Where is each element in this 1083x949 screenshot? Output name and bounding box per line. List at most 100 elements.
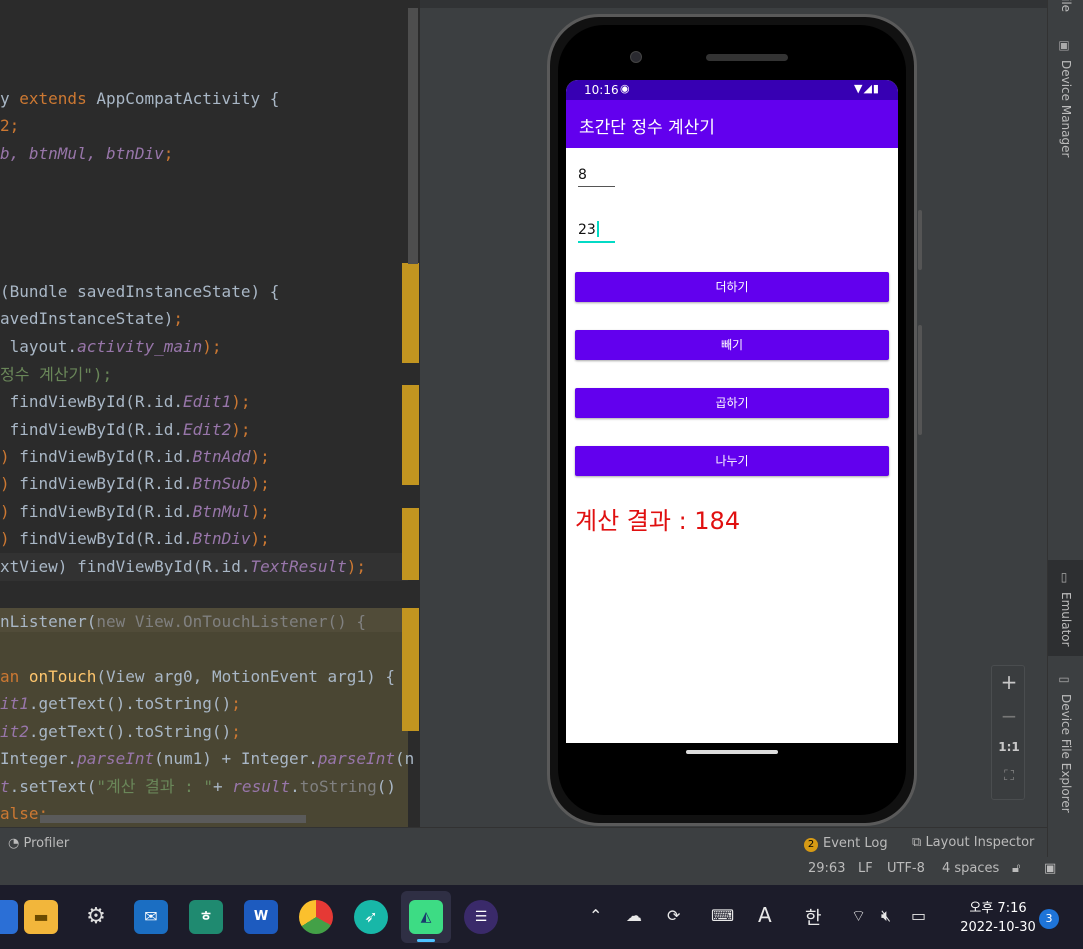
code-token: ) — [0, 474, 10, 493]
code-token: an — [0, 667, 29, 686]
cloud-off-icon[interactable]: ☁ — [626, 906, 642, 925]
code-token: b, btnMul, btnDiv — [0, 144, 164, 163]
code-token: it2 — [0, 722, 29, 741]
code-token: 2; — [0, 116, 20, 135]
code-token: ); — [250, 502, 270, 521]
file-explorer-icon[interactable]: ▬ — [24, 900, 58, 934]
indent-setting[interactable]: 4 spaces — [942, 861, 999, 876]
tool-window-bar: ◔ Profiler 2 Event Log ⧉ Layout Inspector — [0, 827, 1047, 857]
code-line[interactable]: xtView) findViewById(R.id.TextResult); — [0, 556, 366, 578]
code-line[interactable]: avedInstanceState); — [0, 308, 183, 330]
code-token: (n — [394, 749, 415, 768]
code-line[interactable]: Integer.parseInt(num1) + Integer.parseIn… — [0, 748, 414, 770]
tab-emulator[interactable]: ▯ Emulator — [1048, 560, 1083, 656]
subtract-button[interactable]: 빼기 — [575, 330, 889, 360]
code-line[interactable]: it2.getText().toString(); — [0, 721, 241, 743]
change-marker[interactable] — [402, 263, 419, 363]
add-button[interactable]: 더하기 — [575, 272, 889, 302]
code-line[interactable]: b, btnMul, btnDiv; — [0, 143, 173, 165]
caret-position[interactable]: 29:63 — [808, 861, 845, 876]
code-token: "계산 결과 : " — [96, 777, 214, 796]
layout-inspector-button[interactable]: ⧉ Layout Inspector — [912, 835, 1034, 850]
tab-device-manager[interactable]: ▣ Device Manager — [1048, 38, 1083, 168]
zoom-actual-size-button[interactable]: 1:1 — [992, 740, 1026, 754]
app-bar: 초간단 정수 계산기 — [566, 100, 898, 148]
change-marker[interactable] — [402, 608, 419, 731]
change-marker[interactable] — [402, 508, 419, 580]
code-line[interactable]: y extends AppCompatActivity { — [0, 88, 279, 110]
chrome-icon[interactable] — [299, 900, 333, 934]
windows-taskbar: ▬ ⚙ ✉ ㅎ W ➶ ◭ ☰ ⌃ ☁ ⟳ ⌨ A 한 ⌔ 🔇︎ ▭ 오후 7:… — [0, 885, 1083, 949]
device-manager-icon: ▣ — [1058, 38, 1070, 52]
sync-icon[interactable]: ⟳ — [667, 906, 680, 925]
chevron-up-icon[interactable]: ⌃ — [589, 906, 602, 925]
device-screen[interactable]: 10:16 ◉ ▼◢▮ 초간단 정수 계산기 8 23 더하기 빼기 곱하기 나… — [566, 80, 898, 743]
zoom-out-button[interactable]: − — [992, 704, 1026, 728]
edit1-field[interactable]: 8 — [578, 167, 615, 187]
code-token: findViewById(R.id. — [9, 474, 193, 493]
zoom-controls: + − 1:1 ⛶ — [991, 665, 1025, 800]
tab-partial[interactable]: ile — [1048, 0, 1083, 20]
lock-icon[interactable]: 🔓︎ — [1012, 861, 1020, 876]
browser-icon[interactable]: ➶ — [354, 900, 388, 934]
problems-icon[interactable]: ▣ — [1044, 861, 1056, 876]
code-token: BtnAdd — [192, 447, 251, 466]
wifi-icon[interactable]: ⌔ — [851, 906, 866, 926]
code-line[interactable]: an onTouch(View arg0, MotionEvent arg1) … — [0, 666, 395, 688]
mail-icon[interactable]: ✉ — [134, 900, 168, 934]
change-marker[interactable] — [402, 385, 419, 485]
file-encoding[interactable]: UTF-8 — [887, 861, 925, 876]
ime-mode[interactable]: A — [758, 903, 772, 927]
code-token: findViewById(R.id. — [0, 392, 184, 411]
start-icon[interactable] — [0, 900, 18, 934]
layout-inspector-label: Layout Inspector — [925, 835, 1035, 850]
keyboard-icon[interactable]: ⌨ — [711, 906, 734, 925]
code-line[interactable]: it1.getText().toString(); — [0, 693, 241, 715]
code-token: layout. — [0, 337, 78, 356]
code-token: it1 — [0, 694, 29, 713]
word-icon[interactable]: W — [244, 900, 278, 934]
zoom-in-button[interactable]: + — [992, 670, 1026, 694]
volume-mute-icon[interactable]: 🔇︎ — [881, 906, 891, 926]
gesture-nav-bar[interactable] — [686, 750, 778, 754]
right-tool-strip: ile ▣ Device Manager ▯ Emulator ▭ Device… — [1047, 0, 1083, 885]
text-cursor — [596, 221, 599, 237]
code-line[interactable]: findViewById(R.id.Edit2); — [0, 419, 251, 441]
code-line[interactable]: ) findViewById(R.id.BtnDiv); — [0, 528, 270, 550]
settings-icon[interactable]: ⚙ — [79, 900, 113, 934]
hancom-icon[interactable]: ㅎ — [189, 900, 223, 934]
code-line[interactable]: (Bundle savedInstanceState) { — [0, 281, 279, 303]
editor-horizontal-scrollbar[interactable] — [40, 815, 306, 823]
multiply-button[interactable]: 곱하기 — [575, 388, 889, 418]
event-log-button[interactable]: 2 Event Log — [804, 836, 888, 852]
code-line[interactable]: t.setText("계산 결과 : "+ result.toString() — [0, 776, 396, 798]
zoom-fit-icon[interactable]: ⛶ — [992, 768, 1026, 784]
profiler-button[interactable]: ◔ Profiler — [8, 836, 69, 851]
tab-device-file-explorer[interactable]: ▭ Device File Explorer — [1048, 672, 1083, 817]
code-line[interactable]: 2; — [0, 115, 19, 137]
divide-button[interactable]: 나누기 — [575, 446, 889, 476]
notification-badge[interactable]: 3 — [1039, 909, 1059, 929]
volume-button[interactable] — [918, 325, 922, 435]
device-file-explorer-icon: ▭ — [1058, 672, 1070, 686]
edit2-field[interactable]: 23 — [578, 221, 615, 243]
tab-emulator-label: Emulator — [1059, 592, 1073, 647]
code-token: xtView) findViewById(R.id. — [0, 557, 251, 576]
code-editor[interactable]: y extends AppCompatActivity { 2; b, btnMul… — [0, 0, 420, 827]
code-line[interactable]: ) findViewById(R.id.BtnMul); — [0, 501, 270, 523]
code-line[interactable]: ) findViewById(R.id.BtnSub); — [0, 473, 270, 495]
code-line[interactable]: layout.activity_main); — [0, 336, 222, 358]
clock[interactable]: 오후 7:16 2022-10-30 — [953, 899, 1043, 937]
line-separator[interactable]: LF — [858, 861, 873, 876]
code-line[interactable]: findViewById(R.id.Edit1); — [0, 391, 251, 413]
power-button[interactable] — [918, 210, 922, 270]
android-studio-icon[interactable]: ◭ — [409, 900, 443, 934]
code-line[interactable]: 정수 계산기"); — [0, 364, 112, 386]
code-line[interactable]: ) findViewById(R.id.BtnAdd); — [0, 446, 270, 468]
ime-language[interactable]: 한 — [805, 904, 822, 930]
editor-vertical-scrollbar[interactable] — [408, 8, 418, 264]
tab-partial-label: ile — [1059, 0, 1073, 13]
eclipse-icon[interactable]: ☰ — [464, 900, 498, 934]
code-line[interactable]: nListener(new View.OnTouchListener() { — [0, 611, 366, 633]
battery-icon[interactable]: ▭ — [911, 906, 926, 925]
